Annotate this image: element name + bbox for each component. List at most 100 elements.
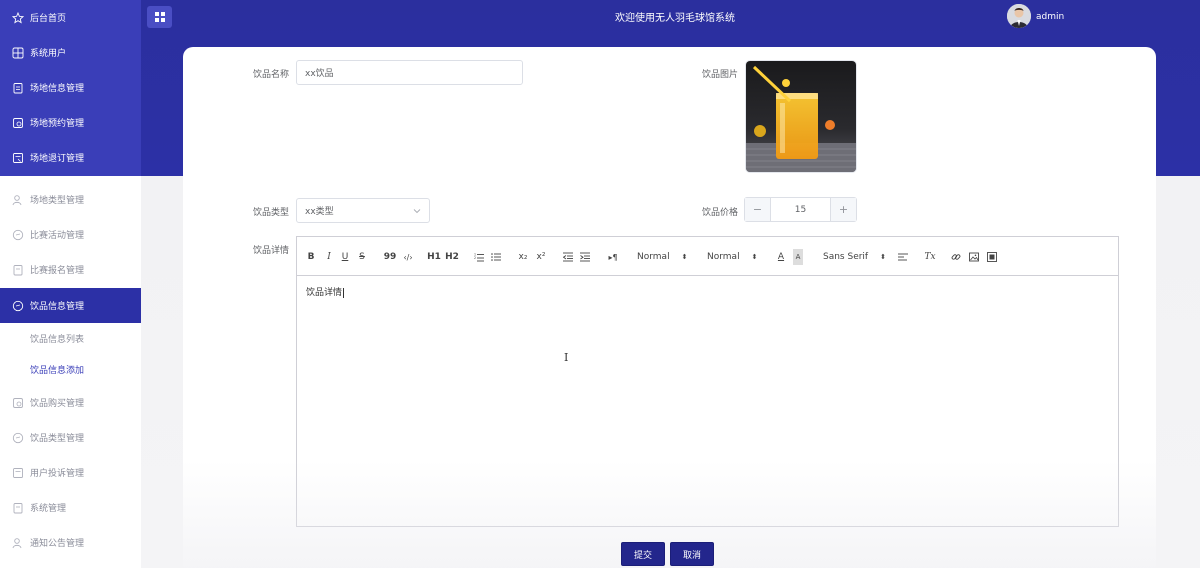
sidebar-item-home[interactable]: 后台首页 [0,0,141,35]
decrement-button[interactable]: − [745,198,771,221]
chevron-down-icon [413,207,421,215]
image-icon[interactable] [968,249,980,265]
sidebar-item-label: 系统用户 [30,49,67,59]
sidebar-item-match-activity[interactable]: 比赛活动管理 [0,217,141,252]
sidebar-item-drink-purchase[interactable]: 饮品购买管理 [0,385,141,420]
font-select-value: Sans Serif [823,252,869,262]
font-select[interactable]: Sans Serif ⬍ [823,249,887,265]
sidebar-subitem-drink-add[interactable]: 饮品信息添加 [0,354,141,385]
superscript-button[interactable]: x² [535,249,547,265]
strike-button[interactable]: S [357,249,367,265]
sidebar-item-label: 后台首页 [30,14,67,24]
drink-image-upload[interactable] [745,60,857,173]
editor-text: 饮品详情 [306,288,343,298]
document-icon [12,152,24,164]
clipboard-icon [12,82,24,94]
underline-button[interactable]: U [340,249,350,265]
sidebar-subitem-drink-list[interactable]: 饮品信息列表 [0,323,141,354]
grid-icon [154,12,165,22]
star-icon [12,11,24,24]
sidebar-item-label: 场地预约管理 [30,119,85,129]
increment-button[interactable]: + [830,198,856,221]
text-cursor-icon: I [564,351,569,364]
indent-icon[interactable] [579,249,591,265]
app-title: 欢迎使用无人羽毛球馆系统 [615,13,735,24]
booking-icon [12,117,24,129]
name-label: 饮品名称 [252,70,289,80]
type-label: 饮品类型 [252,208,289,218]
detail-label: 饮品详情 [252,246,289,256]
subscript-button[interactable]: x₂ [517,249,529,265]
svg-text:2: 2 [474,256,476,260]
user-icon [12,537,24,549]
align-icon[interactable] [897,249,909,265]
drink-name-value: xx饮品 [305,69,334,79]
drink-name-input[interactable]: xx饮品 [296,60,523,85]
sidebar-item-label: 通知公告管理 [30,539,85,549]
chat-icon [12,229,24,241]
sidebar-item-venue-cancel[interactable]: 场地退订管理 [0,140,141,175]
clipboard-icon [12,502,24,514]
text-color-button[interactable]: A [776,249,786,265]
bold-button[interactable]: B [306,249,316,265]
menu-toggle-button[interactable] [147,6,172,28]
drink-type-select[interactable]: xx类型 [296,198,430,223]
sidebar-item-label: 饮品类型管理 [30,434,85,444]
blockquote-button[interactable]: 99 [384,249,397,265]
user-icon [12,194,24,206]
price-value[interactable]: 15 [771,198,830,221]
sidebar-item-user-complaint[interactable]: 用户投诉管理 [0,455,141,490]
image-label: 饮品图片 [701,70,738,80]
drink-type-value: xx类型 [305,207,334,217]
video-icon[interactable] [986,249,998,265]
ordered-list-icon[interactable]: 12 [473,249,485,265]
sidebar-item-system-manage[interactable]: 系统管理 [0,490,141,525]
sidebar-item-venue-type[interactable]: 场地类型管理 [0,182,141,217]
grid-icon [12,47,24,59]
clean-format-button[interactable]: Tx [924,249,936,265]
italic-button[interactable]: I [324,249,334,265]
sidebar-item-venue-booking[interactable]: 场地预约管理 [0,105,141,140]
sidebar-item-notice[interactable]: 通知公告管理 [0,525,141,560]
select-arrow-icon: ⬍ [880,253,886,261]
submit-button[interactable]: 提交 [621,542,665,566]
sidebar-item-label: 场地退订管理 [30,154,85,164]
sidebar-item-label: 饮品信息管理 [30,302,85,312]
select-arrow-icon: ⬍ [681,253,688,261]
size-select-value: Normal [637,252,670,262]
text-direction-button[interactable]: ▸¶ [606,249,620,265]
sidebar-item-match-signup[interactable]: 比赛报名管理 [0,252,141,287]
booking-icon [12,397,24,409]
editor-toolbar: B I U S 99 ‹/› H1 H2 12 x₂ x² ▸¶ Normal … [297,237,1118,276]
header2-button[interactable]: H2 [445,249,459,265]
chat-icon [12,432,24,444]
outdent-icon[interactable] [562,249,574,265]
select-arrow-icon: ⬍ [751,253,758,261]
header-select-value: Normal [707,252,740,262]
header-select[interactable]: Normal ⬍ [707,249,762,265]
sidebar-item-label: 场地信息管理 [30,84,85,94]
price-stepper[interactable]: − 15 + [744,197,857,222]
sidebar-item-label: 比赛活动管理 [30,231,85,241]
username[interactable]: admin [1036,12,1064,22]
cancel-button[interactable]: 取消 [670,542,714,566]
price-label: 饮品价格 [701,208,738,218]
sidebar-item-system-users[interactable]: 系统用户 [0,35,141,70]
header1-button[interactable]: H1 [427,249,441,265]
editor-content[interactable]: 饮品详情 [297,277,1118,526]
clipboard-icon [12,264,24,276]
size-select[interactable]: Normal ⬍ [637,249,692,265]
sidebar-item-drink-type[interactable]: 饮品类型管理 [0,420,141,455]
sidebar-subitem-label: 饮品信息添加 [30,366,85,376]
code-button[interactable]: ‹/› [401,249,415,265]
sidebar-subitem-label: 饮品信息列表 [30,335,85,345]
sidebar-item-venue-info[interactable]: 场地信息管理 [0,70,141,105]
sidebar-item-drink-info[interactable]: 饮品信息管理 [0,288,141,323]
bullet-list-icon[interactable] [490,249,502,265]
background-color-button[interactable]: A [793,249,803,265]
avatar[interactable] [1007,4,1031,28]
rich-text-editor: B I U S 99 ‹/› H1 H2 12 x₂ x² ▸¶ Normal … [296,236,1119,527]
link-icon[interactable] [950,249,962,265]
sidebar-item-label: 饮品购买管理 [30,399,85,409]
chat-icon [12,300,24,312]
